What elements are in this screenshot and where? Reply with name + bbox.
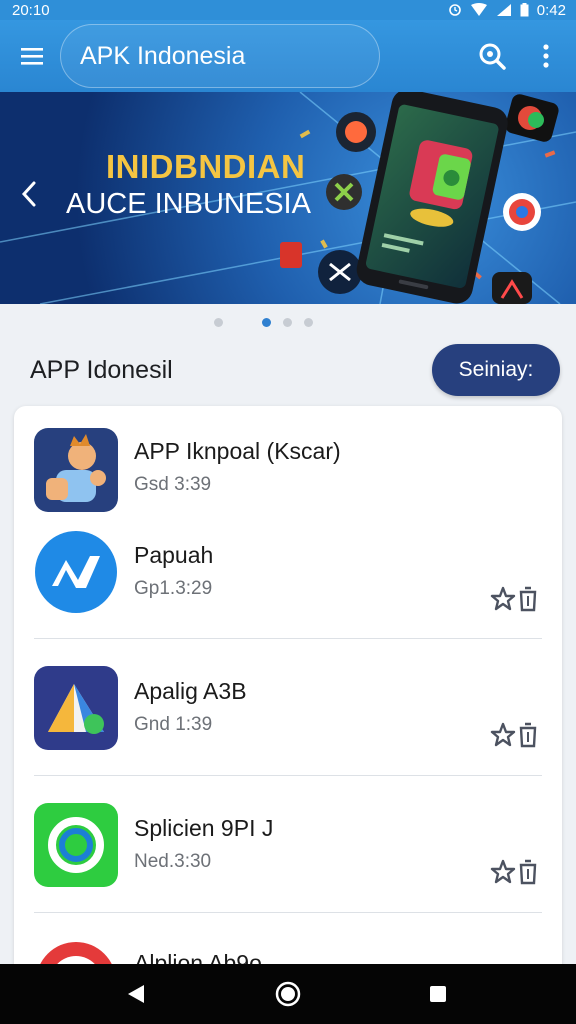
banner-prev-icon[interactable] <box>12 174 46 214</box>
trash-icon[interactable] <box>518 722 538 753</box>
section-title: APP Idonesil <box>30 356 173 384</box>
trash-icon[interactable] <box>518 859 538 890</box>
person-illustration-icon <box>34 428 118 512</box>
app-bar: APK Indonesia <box>0 20 576 92</box>
app-list-card: APP Iknpoal (Kscar) Gsd 3:39 Papuah Gp1.… <box>14 406 562 1006</box>
row-actions <box>490 859 538 890</box>
promo-banner[interactable]: INIDBNDIAN AUCE INBUNESIA <box>0 92 576 304</box>
system-nav-bar <box>0 964 576 1024</box>
divider <box>34 912 542 913</box>
app-name: APP Iknpoal (Kscar) <box>134 438 341 464</box>
banner-headline: INIDBNDIAN <box>106 148 306 185</box>
battery-icon <box>520 3 529 17</box>
more-vert-icon[interactable] <box>526 36 566 76</box>
status-time-right: 0:42 <box>536 1 566 19</box>
carousel-dot[interactable] <box>283 318 292 327</box>
app-meta: Ned.3:30 <box>134 851 212 872</box>
section-action-button[interactable]: Seiniay: <box>432 344 560 396</box>
app-meta: Gnd 1:39 <box>134 714 213 735</box>
star-icon[interactable] <box>490 722 516 753</box>
divider <box>34 775 542 776</box>
row-actions <box>490 586 538 617</box>
star-icon[interactable] <box>490 586 516 617</box>
list-item[interactable]: Apalig A3B Gnd 1:39 <box>14 666 562 776</box>
search-icon[interactable] <box>472 36 512 76</box>
app-meta: Gp1.3:29 <box>134 578 213 599</box>
paper-plane-icon <box>34 666 118 750</box>
carousel-dot[interactable] <box>304 318 313 327</box>
status-icons: 0:42 <box>448 2 566 19</box>
app-name: Splicien 9PI J <box>134 815 274 841</box>
divider <box>34 638 542 639</box>
trash-icon[interactable] <box>518 586 538 617</box>
alarm-icon <box>448 3 462 17</box>
n-logo-icon <box>34 530 118 614</box>
star-icon[interactable] <box>490 859 516 890</box>
app-name: Papuah <box>134 542 214 568</box>
list-item[interactable]: APP Iknpoal (Kscar) Gsd 3:39 <box>14 428 562 538</box>
app-name: Apalig A3B <box>134 678 247 704</box>
banner-subheadline: AUCE INBUNESIA <box>66 188 311 220</box>
carousel-dot[interactable] <box>214 318 223 327</box>
carousel-indicator <box>0 318 576 328</box>
status-time: 20:10 <box>12 1 50 19</box>
app-meta: Gsd 3:39 <box>134 474 212 495</box>
back-icon[interactable] <box>120 978 152 1010</box>
wifi-icon <box>470 3 488 17</box>
row-actions <box>490 722 538 753</box>
app-title: APK Indonesia <box>80 42 246 70</box>
ring-logo-icon <box>34 803 118 887</box>
list-item[interactable]: Splicien 9PI J Ned.3:30 <box>14 803 562 913</box>
recents-icon[interactable] <box>422 978 454 1010</box>
home-icon[interactable] <box>272 978 304 1010</box>
status-bar: 20:10 0:42 <box>0 0 576 20</box>
list-item[interactable]: Papuah Gp1.3:29 <box>14 530 562 640</box>
carousel-dot-active[interactable] <box>262 318 271 327</box>
signal-icon <box>496 3 512 17</box>
menu-icon[interactable] <box>12 36 52 76</box>
